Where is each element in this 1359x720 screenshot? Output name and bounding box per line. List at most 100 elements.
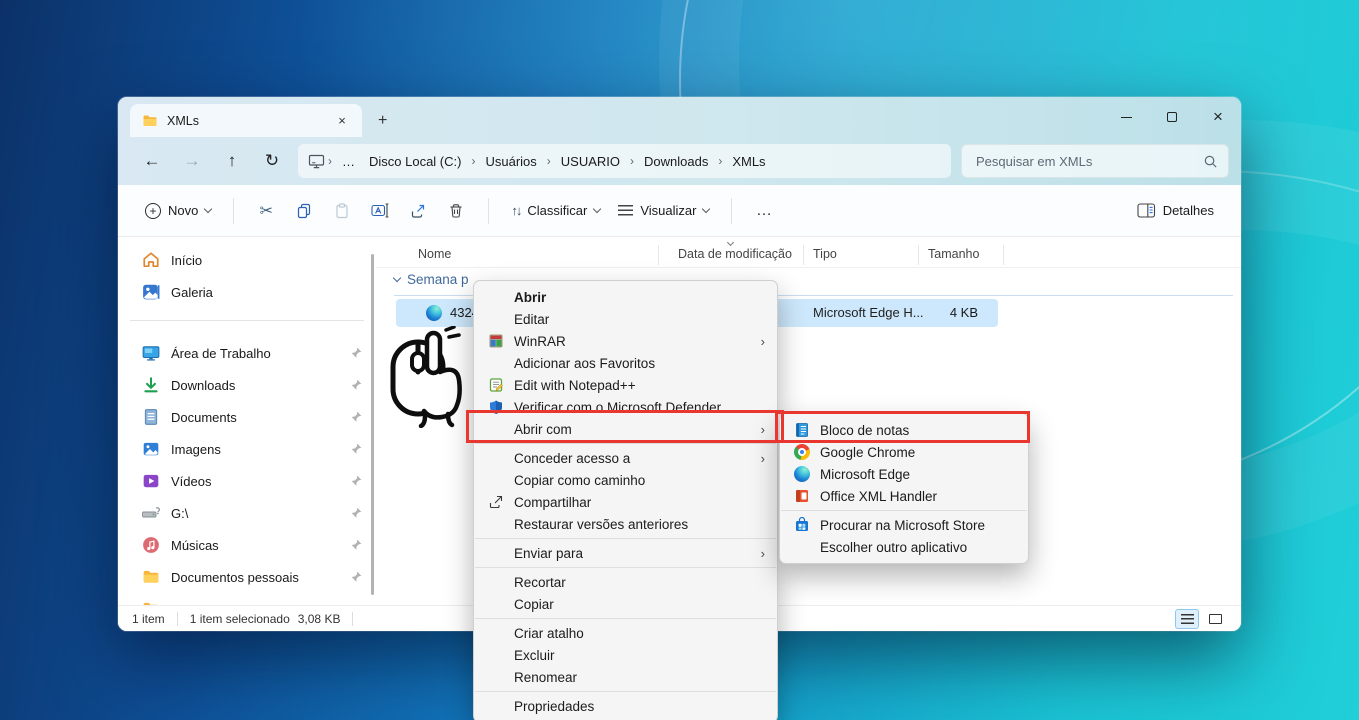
menu-item-conceder-acesso[interactable]: Conceder acesso a ›: [474, 447, 777, 469]
delete-button[interactable]: [437, 194, 475, 228]
menu-item-copiar[interactable]: Copiar: [474, 593, 777, 615]
menu-separator: [475, 618, 776, 619]
pin-icon: [351, 507, 362, 518]
menu-item-edit-notepadpp[interactable]: Edit with Notepad++: [474, 374, 777, 396]
right-click-illustration: [390, 326, 462, 428]
forward-button[interactable]: →: [172, 144, 212, 178]
pin-icon: [351, 347, 362, 358]
sidebar-item-documents[interactable]: Documents: [118, 401, 376, 433]
close-button[interactable]: ×: [1195, 97, 1241, 137]
copy-button[interactable]: [285, 194, 323, 228]
details-pane-button[interactable]: Detalhes: [1128, 196, 1223, 225]
sidebar-item-videos[interactable]: Vídeos: [118, 465, 376, 497]
menu-item-abrir-com[interactable]: Abrir com ›: [474, 418, 777, 440]
menu-item-adicionar-favoritos[interactable]: Adicionar aos Favoritos: [474, 352, 777, 374]
breadcrumb-xmls[interactable]: XMLs: [725, 150, 772, 173]
menu-item-renomear[interactable]: Renomear: [474, 666, 777, 688]
menu-item-criar-atalho[interactable]: Criar atalho: [474, 622, 777, 644]
more-options-button[interactable]: …: [745, 194, 783, 228]
sort-button[interactable]: ↑↓ Classificar: [502, 196, 609, 225]
pin-icon: [351, 379, 362, 390]
maximize-button[interactable]: [1149, 97, 1195, 137]
submenu-arrow-icon: ›: [760, 333, 765, 349]
sidebar-item-area-de-trabalho[interactable]: Área de Trabalho: [118, 337, 376, 369]
view-button[interactable]: Visualizar: [609, 196, 718, 225]
breadcrumb-downloads[interactable]: Downloads: [637, 150, 715, 173]
back-button[interactable]: ←: [132, 144, 172, 178]
minimize-button[interactable]: [1103, 97, 1149, 137]
search-box[interactable]: [961, 144, 1229, 178]
images-icon: [143, 442, 159, 456]
breadcrumb-overflow[interactable]: …: [335, 150, 362, 173]
search-icon: [1204, 155, 1217, 168]
sidebar-item-documentos-pessoais[interactable]: Documentos pessoais: [118, 561, 376, 593]
submenu-item-microsoft-store[interactable]: Procurar na Microsoft Store: [780, 514, 1028, 536]
sidebar-item-g-drive[interactable]: G:\: [118, 497, 376, 529]
submenu-item-microsoft-edge[interactable]: Microsoft Edge: [780, 463, 1028, 485]
submenu-item-escolher-outro[interactable]: Escolher outro aplicativo: [780, 536, 1028, 558]
submenu-item-google-chrome[interactable]: Google Chrome: [780, 441, 1028, 463]
sidebar-scrollbar[interactable]: [371, 254, 374, 595]
sidebar-item-label: Área de Trabalho: [171, 345, 271, 361]
refresh-button[interactable]: ↻: [252, 144, 292, 178]
column-header-nome[interactable]: Nome: [418, 247, 451, 261]
sidebar-item-label: Músicas: [171, 537, 219, 553]
column-header-data[interactable]: Data de modificação: [678, 247, 792, 261]
sidebar-item-galeria[interactable]: Galeria: [118, 276, 376, 308]
submenu-item-bloco-de-notas[interactable]: Bloco de notas: [780, 419, 1028, 441]
menu-item-editar[interactable]: Editar: [474, 308, 777, 330]
menu-item-abrir[interactable]: Abrir: [474, 286, 777, 308]
menu-item-compartilhar[interactable]: Compartilhar: [474, 491, 777, 513]
menu-item-enviar-para[interactable]: Enviar para ›: [474, 542, 777, 564]
cut-button[interactable]: ✂: [247, 194, 285, 228]
sidebar-item-downloads[interactable]: Downloads: [118, 369, 376, 401]
sidebar-item-inicio[interactable]: Início: [118, 244, 376, 276]
gallery-icon: [143, 284, 160, 300]
status-divider: [352, 611, 354, 626]
menu-item-defender[interactable]: Verificar com o Microsoft Defender...: [474, 396, 777, 418]
paste-button[interactable]: [323, 194, 361, 228]
tab-xmls[interactable]: XMLs ×: [130, 104, 362, 137]
sidebar-item-musicas[interactable]: Músicas: [118, 529, 376, 561]
breadcrumb-usuarios[interactable]: Usuários: [478, 150, 543, 173]
menu-item-copiar-caminho[interactable]: Copiar como caminho: [474, 469, 777, 491]
menu-item-winrar[interactable]: WinRAR ›: [474, 330, 777, 352]
breadcrumb-chevron-icon: ›: [630, 154, 634, 168]
chevron-down-icon: [204, 204, 213, 213]
tab-close-icon[interactable]: ×: [332, 111, 352, 131]
this-pc-icon[interactable]: [308, 154, 325, 169]
search-input[interactable]: [974, 152, 1203, 170]
menu-item-excluir[interactable]: Excluir: [474, 644, 777, 666]
details-view-toggle[interactable]: [1175, 608, 1199, 629]
menu-item-recortar[interactable]: Recortar: [474, 571, 777, 593]
new-tab-button[interactable]: +: [378, 112, 387, 130]
status-divider: [176, 611, 178, 626]
share-button[interactable]: [399, 194, 437, 228]
desktop: XMLs × + × ← → ↑ ↻ › … Disco Local (C:) …: [0, 0, 1359, 720]
tab-title: XMLs: [167, 113, 199, 128]
breadcrumb-disco-local[interactable]: Disco Local (C:): [362, 150, 468, 173]
sidebar-item-imagens[interactable]: Imagens: [118, 433, 376, 465]
menu-separator: [475, 538, 776, 539]
sidebar-item-label: Imagens: [171, 441, 221, 457]
sidebar-item-clipped[interactable]: [118, 593, 376, 605]
up-button[interactable]: ↑: [212, 144, 252, 178]
group-header[interactable]: Semana p: [392, 272, 469, 287]
thumbnail-view-toggle[interactable]: [1203, 609, 1227, 629]
breadcrumb-usuario[interactable]: USUARIO: [554, 150, 627, 173]
defender-shield-icon: [487, 399, 504, 416]
window-chrome: XMLs × + × ← → ↑ ↻ › … Disco Local (C:) …: [118, 97, 1241, 185]
winrar-icon: [487, 333, 504, 350]
menu-item-propriedades[interactable]: Propriedades: [474, 695, 777, 717]
column-header-tamanho[interactable]: Tamanho: [928, 247, 979, 261]
column-header-tipo[interactable]: Tipo: [813, 247, 837, 261]
group-chevron-icon: [392, 273, 402, 282]
new-button[interactable]: + Novo: [136, 196, 220, 226]
navigation-bar: ← → ↑ ↻ › … Disco Local (C:) › Usuários …: [118, 137, 1241, 185]
menu-item-restaurar-versoes[interactable]: Restaurar versões anteriores: [474, 513, 777, 535]
chevron-down-icon: [593, 204, 602, 213]
rename-button[interactable]: [361, 194, 399, 228]
submenu-item-office-xml-handler[interactable]: Office XML Handler: [780, 485, 1028, 507]
videos-icon: [143, 474, 159, 488]
tab-strip: XMLs × +: [118, 97, 1241, 137]
